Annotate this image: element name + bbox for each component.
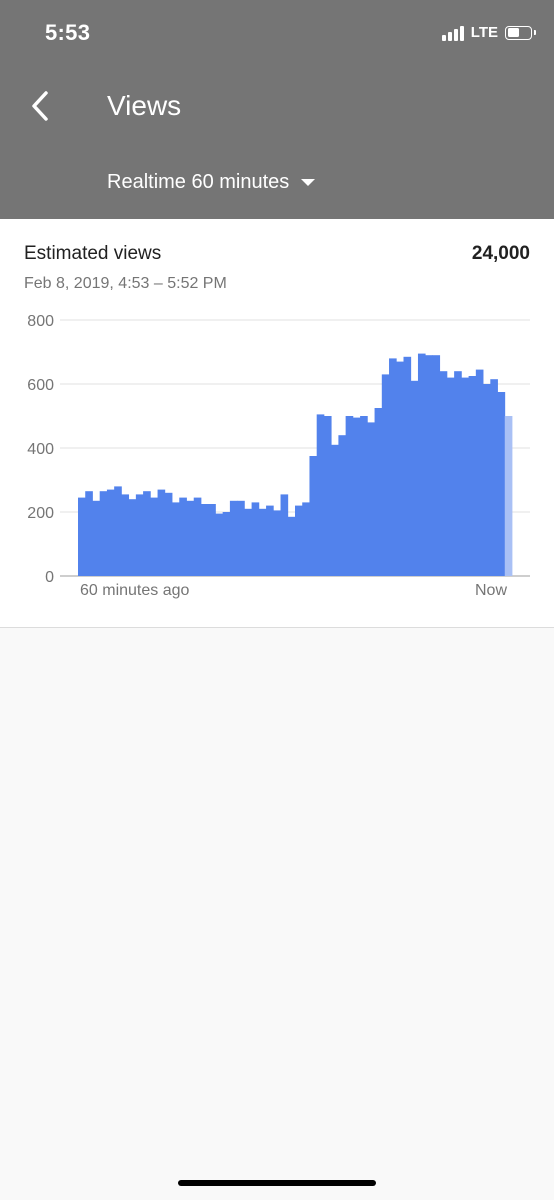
status-indicators: LTE (441, 24, 536, 41)
bar (179, 497, 187, 576)
bar (222, 512, 231, 576)
cellular-signal-icon (441, 25, 464, 41)
bar (172, 502, 180, 576)
bar (186, 500, 195, 576)
period-dropdown[interactable]: Realtime 60 minutes (107, 171, 316, 194)
y-tick-label: 0 (45, 569, 54, 586)
network-type: LTE (470, 24, 498, 41)
bar (258, 508, 267, 576)
bar (92, 500, 101, 576)
bar (389, 358, 397, 576)
period-label: Realtime 60 minutes (107, 171, 290, 193)
bar (454, 371, 462, 576)
bar (295, 505, 303, 576)
bar (266, 505, 274, 576)
bar (237, 500, 245, 576)
bar (468, 376, 477, 576)
bar (150, 497, 158, 576)
y-tick-label: 800 (27, 313, 54, 330)
bar (273, 510, 281, 576)
bar (121, 494, 130, 576)
home-indicator (178, 1180, 376, 1186)
bar (425, 355, 433, 576)
views-card: Estimated views 24,000 Feb 8, 2019, 4:53… (0, 219, 554, 628)
bar (490, 379, 498, 576)
bar (135, 494, 144, 576)
bar (193, 497, 202, 576)
bar (302, 502, 310, 576)
bar (128, 499, 137, 576)
bar (374, 408, 383, 576)
bar (331, 444, 339, 576)
bar (287, 516, 296, 576)
back-button[interactable] (24, 88, 60, 124)
bar (229, 500, 238, 576)
bar (504, 416, 513, 576)
bar (461, 377, 469, 576)
bar (244, 508, 252, 576)
bar (432, 355, 441, 576)
bar (208, 504, 216, 576)
bar (157, 489, 166, 576)
bar (446, 377, 455, 576)
bar (381, 374, 390, 576)
bar (309, 456, 318, 576)
chevron-down-icon (301, 179, 316, 186)
battery-icon (505, 25, 536, 40)
bar (85, 491, 93, 576)
status-time: 5:53 (45, 20, 91, 45)
bar (483, 384, 491, 576)
bar (280, 494, 289, 576)
bar (164, 492, 173, 576)
app-header: 5:53 LTE Views Realtime 60 minutes (0, 0, 554, 219)
bar (439, 371, 448, 576)
bar (360, 416, 368, 576)
y-tick-label: 600 (27, 377, 54, 394)
page-title: Views (107, 90, 182, 121)
bar (200, 504, 209, 576)
x-start-label: 60 minutes ago (80, 582, 190, 599)
bar (215, 513, 224, 576)
y-tick-label: 400 (27, 441, 54, 458)
bar (251, 502, 260, 576)
views-bar-chart: 0 200 400 600 800 60 minutes ago Now (27, 313, 530, 599)
y-tick-label: 200 (27, 505, 54, 522)
bar (367, 422, 375, 576)
bar (99, 491, 108, 576)
bar (114, 486, 122, 576)
bar (316, 414, 325, 576)
bar (338, 435, 347, 576)
bar (323, 416, 332, 576)
bar (78, 497, 86, 576)
bar (417, 353, 426, 576)
bar (143, 491, 151, 576)
bar (475, 369, 484, 576)
bar (403, 356, 412, 576)
bar (497, 392, 506, 576)
bar (345, 416, 354, 576)
bar (396, 361, 404, 576)
bar (106, 489, 115, 576)
bar (410, 380, 419, 576)
x-end-label: Now (475, 582, 507, 599)
bar (352, 417, 361, 576)
back-arrow-icon (32, 91, 48, 121)
